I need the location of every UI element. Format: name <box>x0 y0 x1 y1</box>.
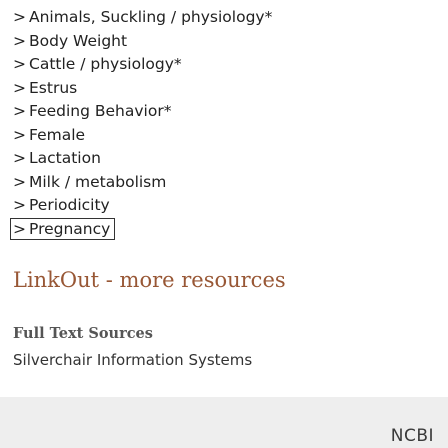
mesh-term-label: Lactation <box>29 149 101 167</box>
mesh-term-item[interactable]: > Female <box>13 124 272 148</box>
mesh-term-item[interactable]: > Cattle / physiology* <box>13 53 272 77</box>
full-text-source-link[interactable]: Silverchair Information Systems <box>13 351 252 369</box>
mesh-term-item[interactable]: > Body Weight <box>13 30 272 54</box>
mesh-term-label: Body Weight <box>29 31 128 50</box>
chevron-right-icon: > <box>13 125 26 144</box>
mesh-term-item[interactable]: > Milk / metabolism <box>13 171 272 195</box>
mesh-term-label: Milk / metabolism <box>29 172 167 191</box>
mesh-term-label: Feeding Behavior* <box>29 102 172 120</box>
mesh-term-label: Periodicity <box>29 196 110 214</box>
linkout-heading: LinkOut - more resources <box>13 268 286 292</box>
mesh-term-item[interactable]: > Estrus <box>13 77 272 101</box>
mesh-terms-list: > Animals, Suckling / physiology* > Body… <box>9 6 272 240</box>
ncbi-logo[interactable]: NCBI <box>391 426 434 446</box>
chevron-right-icon: > <box>13 102 26 120</box>
full-text-sources-heading: Full Text Sources <box>13 325 153 342</box>
mesh-term-item[interactable]: > Feeding Behavior* <box>13 100 272 124</box>
chevron-right-icon: > <box>13 172 26 191</box>
mesh-term-label: Pregnancy <box>29 219 111 238</box>
mesh-term-item-selected[interactable]: > Pregnancy <box>9 217 116 240</box>
page-footer <box>0 397 448 448</box>
chevron-right-icon: > <box>13 31 26 50</box>
mesh-term-item[interactable]: > Lactation <box>13 147 272 171</box>
chevron-right-icon: > <box>13 8 26 26</box>
chevron-right-icon: > <box>13 55 26 73</box>
mesh-term-label: Cattle / physiology* <box>29 55 182 73</box>
chevron-right-icon: > <box>13 78 26 97</box>
chevron-right-icon: > <box>13 149 26 167</box>
mesh-term-item[interactable]: > Periodicity <box>13 194 272 218</box>
mesh-term-label: Animals, Suckling / physiology* <box>29 8 273 26</box>
mesh-term-label: Female <box>29 125 86 144</box>
chevron-right-icon: > <box>13 219 26 238</box>
chevron-right-icon: > <box>13 196 26 214</box>
mesh-term-item[interactable]: > Animals, Suckling / physiology* <box>13 6 272 30</box>
mesh-term-label: Estrus <box>29 78 78 97</box>
